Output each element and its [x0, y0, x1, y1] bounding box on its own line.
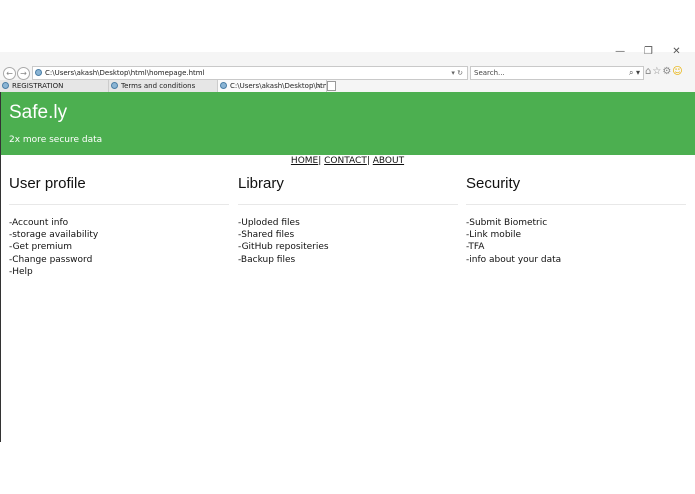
refresh-icon[interactable]: ▾ ↻	[451, 67, 463, 79]
site-header: Safe.ly 2x more secure data	[1, 92, 695, 155]
window-controls: — ❐ ✕	[608, 46, 689, 57]
list-item[interactable]: -Backup files	[238, 254, 458, 266]
list-item[interactable]: -Shared files	[238, 229, 458, 241]
section-heading: User profile	[9, 175, 229, 205]
navigation-row: ← → C:\Users\akash\Desktop\html\homepage…	[0, 66, 695, 80]
list-item[interactable]: -Help	[9, 266, 229, 278]
page-icon	[35, 69, 42, 76]
nav-link-contact[interactable]: CONTACT	[324, 156, 367, 166]
list-item[interactable]: -Get premium	[9, 241, 229, 253]
list-item[interactable]: -info about your data	[466, 254, 686, 266]
library-section: Library -Uploded files -Shared files -Gi…	[238, 175, 458, 266]
tab-label: C:\Users\akash\Desktop\htm...	[230, 82, 327, 90]
site-tagline: 2x more secure data	[9, 135, 103, 145]
nav-link-home[interactable]: HOME	[291, 156, 318, 166]
browser-chrome: — ❐ ✕ ← → C:\Users\akash\Desktop\html\ho…	[0, 46, 695, 92]
list-item[interactable]: -Account info	[9, 217, 229, 229]
top-navigation: HOME| CONTACT| ABOUT	[0, 156, 695, 166]
tab-page-icon	[111, 82, 118, 89]
favorites-star-icon[interactable]: ☆	[652, 66, 662, 77]
settings-gear-icon[interactable]: ⚙	[662, 66, 672, 77]
list-item[interactable]: -Link mobile	[466, 229, 686, 241]
section-list: -Uploded files -Shared files -GitHub rep…	[238, 217, 458, 266]
list-item[interactable]: -Uploded files	[238, 217, 458, 229]
address-bar[interactable]: C:\Users\akash\Desktop\html\homepage.htm…	[32, 66, 468, 80]
section-heading: Library	[238, 175, 458, 205]
toolbar-icons: ⌂☆⚙☺	[645, 66, 684, 78]
forward-arrow-icon: →	[20, 69, 27, 78]
restore-button[interactable]: ❐	[636, 46, 661, 57]
tab-homepage[interactable]: C:\Users\akash\Desktop\htm... ×	[218, 80, 327, 92]
search-icon[interactable]: ⌕ ▾	[629, 67, 640, 79]
tab-label: REGISTRATION	[12, 82, 64, 90]
search-placeholder: Search...	[474, 69, 505, 77]
list-item[interactable]: -Change password	[9, 254, 229, 266]
list-item[interactable]: -TFA	[466, 241, 686, 253]
security-section: Security -Submit Biometric -Link mobile …	[466, 175, 686, 266]
forward-button[interactable]: →	[17, 67, 30, 80]
list-item[interactable]: -storage availability	[9, 229, 229, 241]
search-box[interactable]: Search... ⌕ ▾	[470, 66, 644, 80]
minimize-button[interactable]: —	[608, 46, 633, 57]
tab-page-icon	[2, 82, 9, 89]
tab-terms[interactable]: Terms and conditions	[109, 80, 218, 92]
site-title: Safe.ly	[9, 102, 68, 123]
back-button[interactable]: ←	[3, 67, 16, 80]
nav-link-about[interactable]: ABOUT	[373, 156, 404, 166]
list-item[interactable]: -Submit Biometric	[466, 217, 686, 229]
address-text: C:\Users\akash\Desktop\html\homepage.htm…	[45, 69, 205, 77]
list-item[interactable]: -GitHub repositeries	[238, 241, 458, 253]
user-profile-section: User profile -Account info -storage avai…	[9, 175, 229, 278]
section-list: -Submit Biometric -Link mobile -TFA -inf…	[466, 217, 686, 266]
back-arrow-icon: ←	[6, 69, 13, 78]
feedback-smiley-icon[interactable]: ☺	[672, 66, 683, 77]
tab-close-icon[interactable]: ×	[316, 80, 322, 92]
tab-registration[interactable]: REGISTRATION	[0, 80, 109, 92]
tab-strip: REGISTRATION Terms and conditions C:\Use…	[0, 80, 695, 92]
tab-label: Terms and conditions	[121, 82, 196, 90]
section-heading: Security	[466, 175, 686, 205]
close-window-button[interactable]: ✕	[664, 46, 689, 57]
new-tab-button[interactable]	[327, 81, 336, 91]
section-list: -Account info -storage availability -Get…	[9, 217, 229, 278]
tab-page-icon	[220, 82, 227, 89]
